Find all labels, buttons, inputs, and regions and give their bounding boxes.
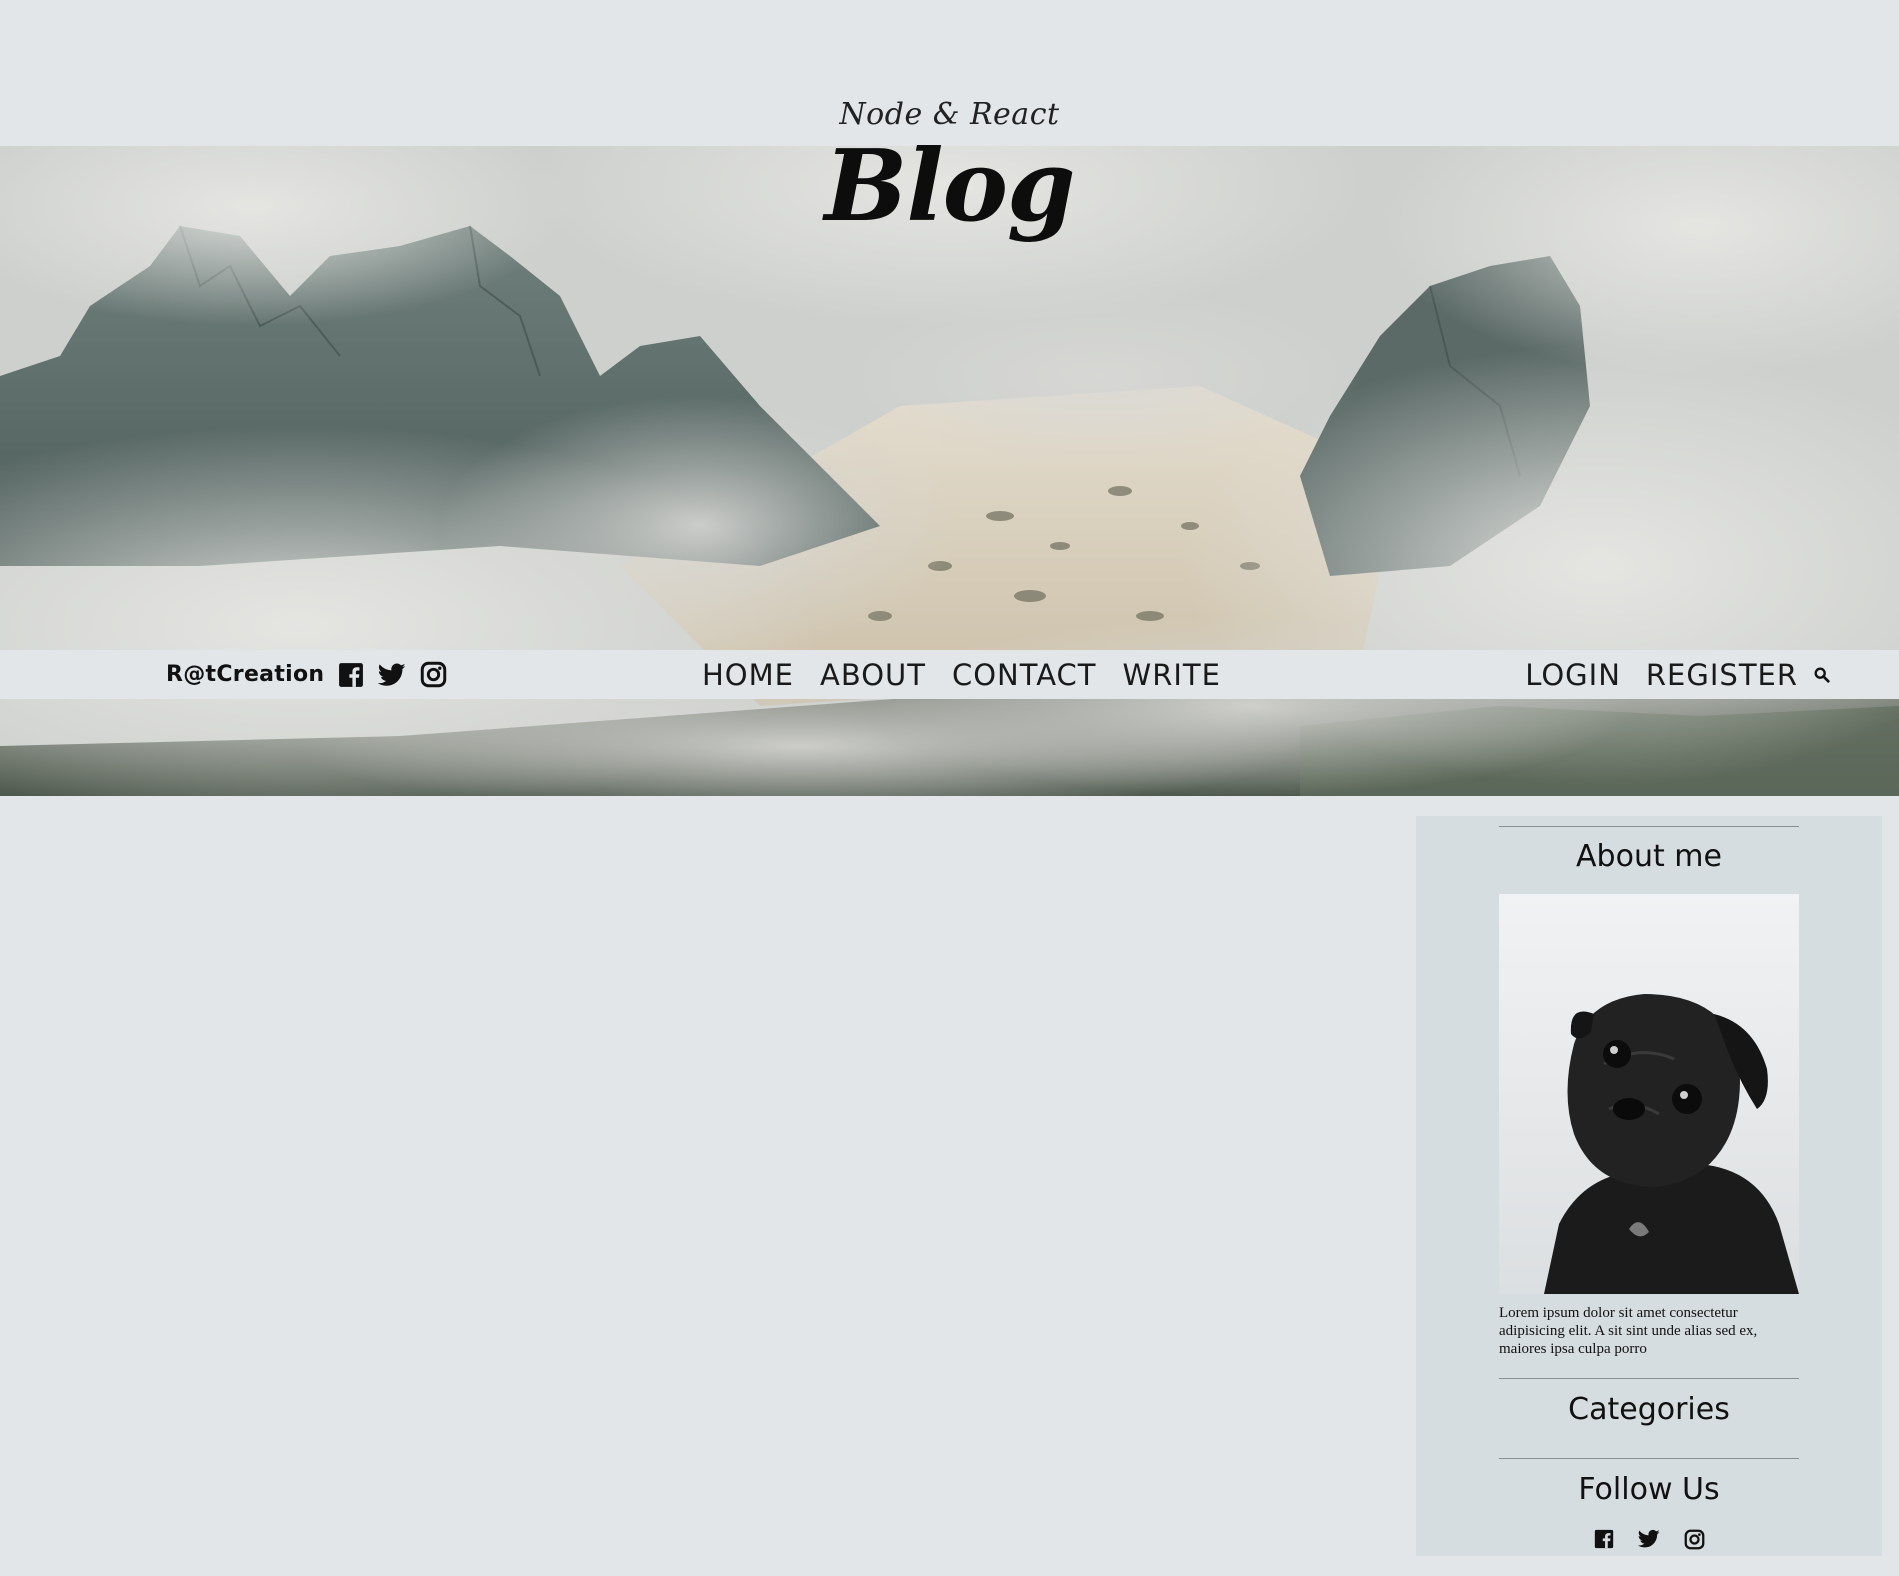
about-me-image [1499,894,1799,1294]
twitter-icon[interactable] [1637,1529,1660,1555]
top-navbar: R@tCreation HOME ABOUT CONTACT WRITE LOG… [0,650,1899,699]
divider [1499,826,1799,827]
instagram-icon[interactable] [420,661,447,688]
header-subtitle: Node & React [839,97,1060,132]
nav-contact[interactable]: CONTACT [952,658,1097,692]
social-links [338,661,447,688]
brand-logo-text[interactable]: R@tCreation [166,662,324,687]
twitter-icon[interactable] [378,662,406,688]
nav-login[interactable]: LOGIN [1525,658,1621,692]
auth-nav: LOGIN REGISTER [1525,650,1831,699]
about-me-heading: About me [1576,839,1722,874]
nav-home[interactable]: HOME [702,658,794,692]
nav-write[interactable]: WRITE [1123,658,1221,692]
header-title: Blog [824,129,1076,244]
search-icon[interactable] [1813,666,1831,684]
main-nav: HOME ABOUT CONTACT WRITE [702,650,1221,699]
instagram-icon[interactable] [1684,1529,1705,1555]
sidebar: About me Lorem ipsum dolor sit amet cons… [1416,816,1882,1556]
about-me-text: Lorem ipsum dolor sit amet consectetur a… [1499,1305,1758,1357]
follow-us-heading: Follow Us [1578,1472,1720,1507]
facebook-icon[interactable] [1594,1529,1614,1555]
nav-about[interactable]: ABOUT [820,658,926,692]
divider [1499,1378,1799,1379]
brand-area: R@tCreation [166,650,447,699]
divider [1499,1458,1799,1459]
site-header: Node & React Blog [0,100,1899,236]
facebook-icon[interactable] [338,662,364,688]
follow-us-social-links [1499,1529,1799,1555]
nav-register[interactable]: REGISTER [1646,658,1798,692]
categories-heading: Categories [1568,1392,1730,1427]
sidebar-content: About me Lorem ipsum dolor sit amet cons… [1499,816,1799,1555]
